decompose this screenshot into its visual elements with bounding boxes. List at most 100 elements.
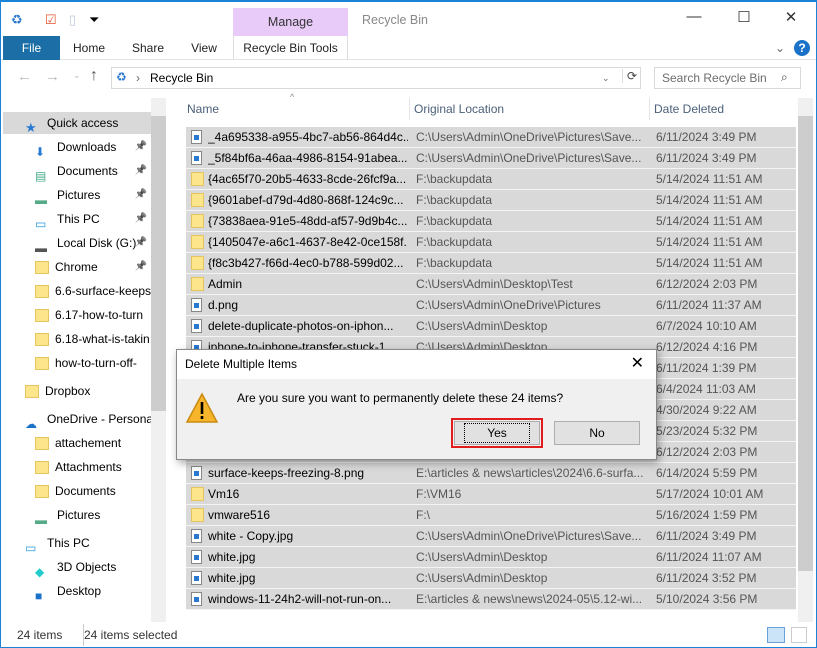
original-location: F:\backupdata [416, 172, 493, 186]
file-row[interactable]: white.jpg C:\Users\Admin\Desktop 6/11/2024… [186, 568, 796, 589]
large-icons-view-icon[interactable] [791, 627, 807, 643]
sidebar-item-label: how-to-turn-off- [55, 356, 137, 370]
file-row[interactable]: vmware516 F:\ 5/16/2024 1:59 PM [186, 505, 796, 526]
original-location: E:\articles & news\news\2024-05\5.12-wi.… [416, 592, 643, 606]
sidebar-item[interactable]: ▭ This PC 📌 [3, 208, 151, 230]
tab-share[interactable]: Share [125, 36, 171, 60]
pin-icon[interactable]: 📌 [135, 256, 147, 278]
sidebar-item[interactable]: 6.6-surface-keeps [3, 280, 151, 302]
customize-toolbar-icon[interactable]: ⏷ [89, 12, 99, 28]
file-row[interactable]: Admin C:\Users\Admin\Desktop\Test 6/12/202… [186, 274, 796, 295]
sidebar-item-label: Dropbox [45, 384, 91, 398]
folder-icon [191, 508, 204, 522]
file-name: _4a695338-a955-4bc7-ab56-864d4c... [208, 130, 408, 144]
search-input[interactable]: Search Recycle Bin [654, 67, 801, 89]
minimize-button[interactable]: — [679, 8, 709, 25]
file-row[interactable]: {f8c3b427-f66d-4ec0-b788-599d02... F:\bac… [186, 253, 796, 274]
file-row[interactable]: d.png C:\Users\Admin\OneDrive\Pictures 6/1… [186, 295, 796, 316]
file-row[interactable]: white - Copy.jpg C:\Users\Admin\OneDrive\… [186, 526, 796, 547]
sidebar-item-label: Quick access [47, 116, 119, 130]
sidebar-item[interactable]: ▬ Pictures [3, 504, 151, 526]
pin-icon[interactable]: 📌 [135, 232, 147, 254]
column-date-deleted[interactable]: Date Deleted [651, 98, 798, 120]
sidebar-item[interactable]: ▤ Documents 📌 [3, 160, 151, 182]
pin-icon[interactable]: 📌 [135, 208, 147, 230]
sidebar-item[interactable]: ▬ Pictures 📌 [3, 184, 151, 206]
file-row[interactable]: windows-11-24h2-will-not-run-on... E:\art… [186, 589, 796, 610]
breadcrumb[interactable]: Recycle Bin [150, 71, 213, 85]
date-deleted: 6/11/2024 3:49 PM [656, 529, 757, 543]
up-icon[interactable]: ↑ [90, 67, 98, 85]
sidebar-item-label: Desktop [57, 584, 102, 598]
sidebar-item[interactable]: Chrome 📌 [3, 256, 151, 278]
file-name: {73838aea-91e5-48dd-af57-9d9b4c... [208, 214, 408, 228]
yes-button[interactable]: Yes [451, 418, 543, 448]
dialog-close-button[interactable]: ✕ [631, 350, 644, 378]
file-row[interactable]: {4ac65f70-20b5-4633-8cde-26fcf9a... F:\ba… [186, 169, 796, 190]
recycle-bin-icon: ♻ [11, 12, 23, 27]
sidebar-item[interactable]: Documents [3, 480, 151, 502]
column-name[interactable]: Name [184, 98, 410, 120]
tab-view[interactable]: View [183, 36, 225, 60]
date-deleted: 6/11/2024 11:37 AM [656, 298, 762, 312]
file-row[interactable]: white.jpg C:\Users\Admin\Desktop 6/11/2024… [186, 547, 796, 568]
sidebar-item[interactable]: ★ Quick access [3, 112, 151, 134]
sidebar-item[interactable]: ☁ OneDrive - Persona [3, 408, 151, 430]
file-row[interactable]: {1405047e-a6c1-4637-8e42-0ce158f... F:\ba… [186, 232, 796, 253]
original-location: C:\Users\Admin\OneDrive\Pictures\Save... [416, 151, 642, 165]
file-row[interactable]: Vm16 F:\VM16 5/17/2024 10:01 AM [186, 484, 796, 505]
sidebar-item-label: Documents [57, 164, 118, 178]
maximize-button[interactable]: ☐ [729, 8, 759, 26]
sidebar-item[interactable]: attachement [3, 432, 151, 454]
file-list-scrollbar[interactable] [798, 98, 813, 622]
details-view-icon[interactable] [767, 627, 785, 643]
sidebar-item-label: 6.6-surface-keeps [55, 284, 151, 298]
forward-icon[interactable]: → [45, 68, 60, 85]
properties-icon[interactable]: ☑ [45, 12, 57, 28]
date-deleted: 5/14/2024 11:51 AM [656, 214, 763, 228]
sidebar-item[interactable]: 6.17-how-to-turn [3, 304, 151, 326]
tab-recycle-bin-tools[interactable]: Recycle Bin Tools [233, 36, 348, 60]
original-location: C:\Users\Admin\Desktop [416, 550, 548, 564]
sidebar-scrollbar[interactable] [151, 98, 166, 622]
pin-icon[interactable]: 📌 [135, 160, 147, 182]
pin-icon[interactable]: 📌 [135, 136, 147, 158]
sidebar-item[interactable]: Dropbox [3, 380, 151, 402]
file-row[interactable]: _4a695338-a955-4bc7-ab56-864d4c... C:\Use… [186, 127, 796, 148]
sidebar-item[interactable]: Attachments [3, 456, 151, 478]
sidebar-item[interactable]: how-to-turn-off- [3, 352, 151, 374]
sidebar-item[interactable]: ▭ This PC [3, 532, 151, 554]
help-icon[interactable]: ? [794, 40, 810, 56]
file-row[interactable]: surface-keeps-freezing-8.png E:\articles … [186, 463, 796, 484]
new-folder-icon[interactable]: ▯ [69, 12, 76, 28]
desktop-icon: ■ [35, 589, 43, 602]
sidebar-item[interactable]: ■ Desktop [3, 580, 151, 602]
sidebar-item[interactable]: ⬇ Downloads 📌 [3, 136, 151, 158]
tab-manage[interactable]: Manage [233, 8, 348, 36]
recent-icon[interactable]: ⌄ [73, 70, 81, 81]
sidebar-item[interactable]: ▬ Local Disk (G:) 📌 [3, 232, 151, 254]
sidebar-item[interactable]: ◆ 3D Objects [3, 556, 151, 578]
column-original-location[interactable]: Original Location [411, 98, 650, 120]
original-location: F:\backupdata [416, 256, 493, 270]
sidebar-item-label: 6.17-how-to-turn [55, 308, 144, 322]
no-button[interactable]: No [554, 421, 640, 445]
sidebar-item[interactable]: 6.18-what-is-takin [3, 328, 151, 350]
chevron-down-icon[interactable]: ⌄ [771, 36, 789, 60]
back-icon[interactable]: ← [17, 68, 32, 85]
close-button[interactable]: ✕ [776, 8, 806, 26]
file-row[interactable]: {9601abef-d79d-4d80-868f-124c9c... F:\bac… [186, 190, 796, 211]
tab-home[interactable]: Home [67, 36, 111, 60]
file-row[interactable]: delete-duplicate-photos-on-iphon... C:\Us… [186, 316, 796, 337]
file-row[interactable]: {73838aea-91e5-48dd-af57-9d9b4c... F:\bac… [186, 211, 796, 232]
pin-icon[interactable]: 📌 [135, 184, 147, 206]
refresh-icon[interactable]: ⟳ [622, 69, 637, 83]
address-bar[interactable]: ♻ › Recycle Bin ⌄ ⟳ [111, 67, 641, 89]
chevron-down-icon[interactable]: ⌄ [602, 68, 610, 88]
computer-icon: ▭ [25, 541, 37, 554]
sidebar-item-label: attachement [55, 436, 122, 450]
original-location: F:\ [416, 508, 430, 522]
tab-file[interactable]: File [3, 36, 60, 60]
file-name: _5f84bf6a-46aa-4986-8154-91abea... [208, 151, 408, 165]
file-row[interactable]: _5f84bf6a-46aa-4986-8154-91abea... C:\Use… [186, 148, 796, 169]
